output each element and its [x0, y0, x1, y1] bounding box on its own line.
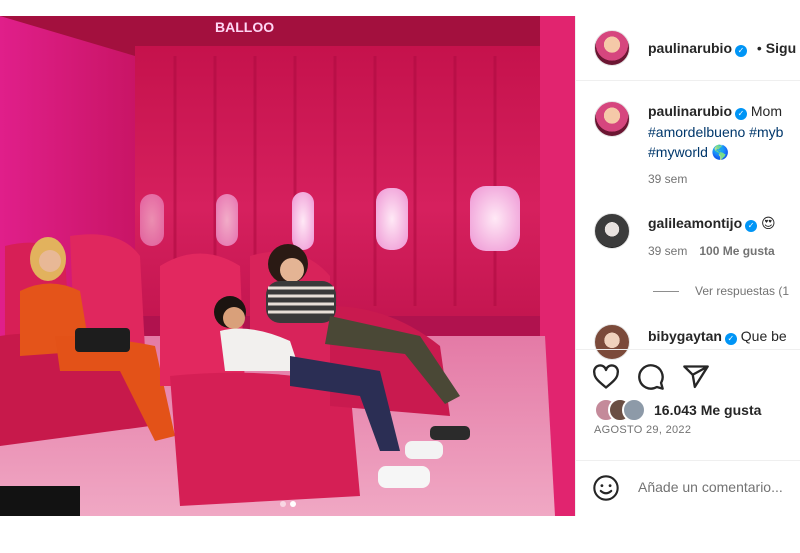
comment-input[interactable]: Añade un comentario...: [638, 479, 783, 495]
liked-by-avatars[interactable]: [594, 398, 654, 422]
divider: [576, 349, 800, 350]
caption-username[interactable]: paulinarubio: [648, 103, 732, 119]
carousel-dot: [279, 501, 286, 507]
verified-badge-icon: ✓: [735, 108, 747, 120]
avatar[interactable]: [594, 30, 630, 66]
heart-icon[interactable]: [592, 363, 620, 391]
carousel-indicator: [0, 494, 575, 512]
post-photo[interactable]: BALLOO: [0, 16, 575, 516]
follow-button[interactable]: Sigu: [766, 40, 796, 56]
post-image: BALLOO: [0, 16, 575, 516]
comment-line: bibygaytan ✓ Que be: [648, 328, 787, 345]
globe-emoji: 🌎: [711, 144, 730, 160]
divider: [576, 460, 800, 461]
verified-badge-icon: ✓: [735, 45, 747, 57]
comment-avatar[interactable]: [594, 324, 630, 360]
post-date[interactable]: AGOSTO 29, 2022: [594, 424, 691, 436]
comment-line: galileamontijo ✓ 😍: [648, 215, 776, 232]
carousel-dot-active: [289, 501, 296, 507]
comment-avatar[interactable]: [594, 213, 630, 249]
replies-line: [653, 291, 679, 293]
caption-text: Mom: [750, 103, 783, 119]
view-replies[interactable]: Ver respuestas (1: [653, 284, 789, 298]
caption-avatar[interactable]: [594, 101, 630, 137]
header-username[interactable]: paulinarubio: [648, 40, 732, 56]
comment-username[interactable]: galileamontijo: [648, 215, 742, 231]
caption-line: paulinarubio ✓ Mom: [648, 103, 782, 120]
likes-count[interactable]: 16.043 Me gusta: [654, 402, 761, 418]
comment-age[interactable]: 39 sem: [648, 244, 687, 258]
view-replies-label[interactable]: Ver respuestas (1: [695, 284, 789, 298]
comment-text: 😍: [761, 215, 776, 231]
verified-badge-icon: ✓: [745, 220, 758, 232]
caption-age[interactable]: 39 sem: [648, 172, 687, 186]
share-icon[interactable]: [682, 363, 710, 391]
divider: [576, 80, 800, 81]
post-header: paulinarubio ✓ • Sigu: [648, 40, 796, 57]
hashtag-link[interactable]: #myworld: [648, 144, 708, 160]
comment-likes[interactable]: 100 Me gusta: [699, 244, 774, 258]
comment-icon[interactable]: [637, 363, 665, 391]
avatar: [622, 398, 646, 422]
neon-sign: BALLOO: [215, 19, 274, 35]
caption-hashtags[interactable]: #amordelbueno #myb: [648, 124, 783, 140]
comment-meta: 39 sem 100 Me gusta: [648, 244, 775, 258]
verified-badge-icon: ✓: [724, 333, 737, 345]
emoji-icon[interactable]: [592, 474, 620, 502]
post-side-panel: paulinarubio ✓ • Sigu paulinarubio ✓ Mom #a…: [575, 16, 800, 516]
comment-text: Que be: [740, 328, 787, 344]
dot-separator: •: [756, 40, 762, 56]
caption-hashtags-2: #myworld 🌎: [648, 144, 729, 161]
comment-username[interactable]: bibygaytan: [648, 328, 722, 344]
top-strip: [575, 0, 800, 16]
